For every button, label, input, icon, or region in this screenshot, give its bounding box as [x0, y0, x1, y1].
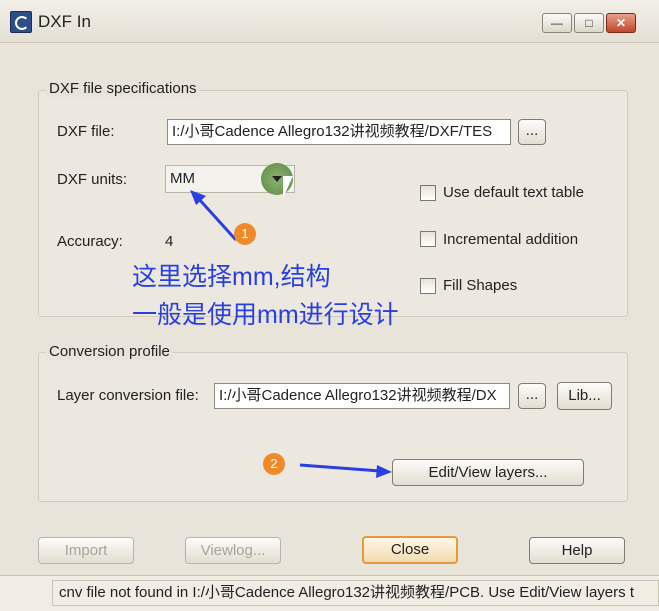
- step-badge-2: 2: [263, 453, 285, 475]
- annotation-text-line-2: 一般是使用mm进行设计: [132, 301, 399, 329]
- annotation-arrow-2: [299, 463, 392, 478]
- annotation-arrow-1: [190, 190, 238, 242]
- annotation-text-line-1: 这里选择mm,结构: [132, 263, 331, 291]
- step-badge-1: 1: [234, 223, 256, 245]
